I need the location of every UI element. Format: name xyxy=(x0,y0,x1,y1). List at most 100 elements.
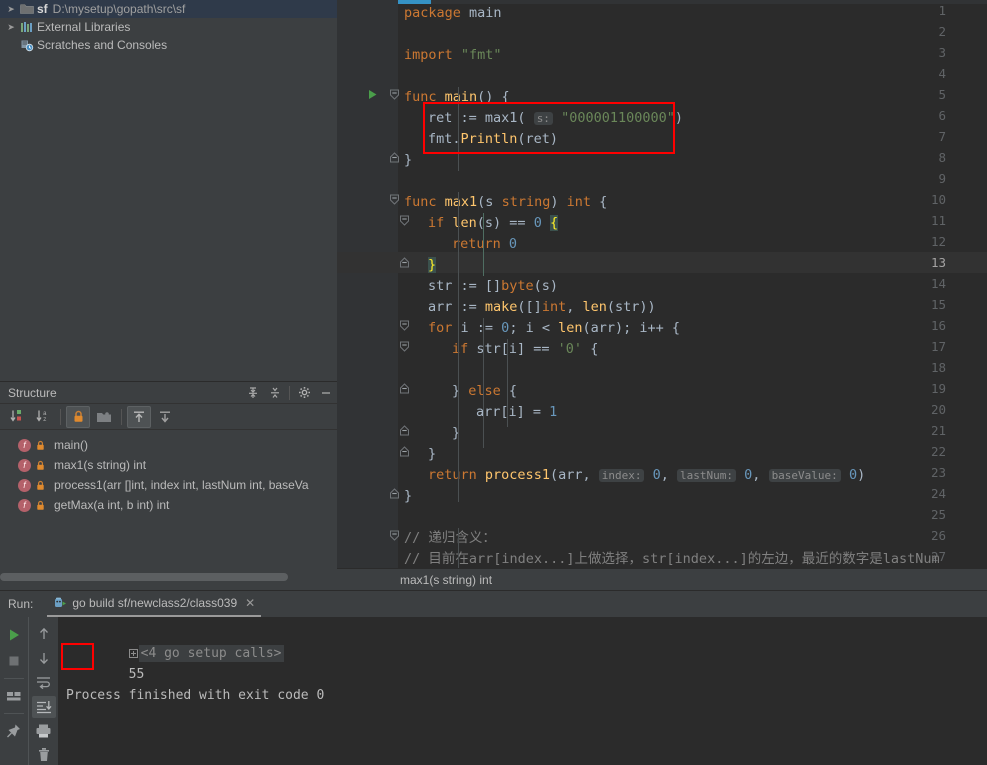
code-fold-icon[interactable] xyxy=(399,441,410,462)
code-line[interactable]: func max1(s string) int { xyxy=(404,192,607,213)
sort-by-visibility-icon[interactable] xyxy=(5,406,29,428)
structure-item-max1[interactable]: f max1(s string) int xyxy=(0,455,337,475)
code-token: if xyxy=(428,215,445,231)
code-fold-icon[interactable] xyxy=(389,525,400,546)
code-line[interactable]: } xyxy=(428,255,437,276)
trash-icon[interactable] xyxy=(32,744,56,765)
show-imported-icon[interactable] xyxy=(153,406,177,428)
layout-icon[interactable] xyxy=(2,684,26,708)
run-tab[interactable]: go build sf/newclass2/class039 ✕ xyxy=(47,591,262,617)
code-line[interactable]: if str[i] == '0' { xyxy=(452,339,598,360)
tree-item-sf[interactable]: ➤ sf D:\mysetup\gopath\src\sf xyxy=(0,0,337,18)
code-line[interactable]: fmt.Println(ret) xyxy=(428,129,558,150)
code-line[interactable]: } xyxy=(404,150,412,171)
code-token: 0 xyxy=(533,215,542,231)
structure-horizontal-scrollbar[interactable] xyxy=(0,572,337,582)
private-lock-icon xyxy=(34,480,47,491)
code-token: 0 xyxy=(652,467,661,483)
go-run-icon xyxy=(53,596,67,610)
code-token: string xyxy=(501,194,551,210)
arrow-down-icon[interactable] xyxy=(32,647,56,669)
minimize-icon[interactable] xyxy=(315,383,337,403)
editor-breadcrumb[interactable]: max1(s string) int xyxy=(337,568,987,590)
indent-guide-active xyxy=(483,213,484,276)
private-lock-icon xyxy=(34,500,47,511)
expand-all-icon[interactable] xyxy=(242,383,264,403)
line-number: 5 xyxy=(938,87,946,102)
pin-icon[interactable] xyxy=(2,719,26,743)
code-line[interactable]: import "fmt" xyxy=(404,45,502,66)
structure-item-main[interactable]: f main() xyxy=(0,435,337,455)
code-line[interactable]: arr[i] = 1 xyxy=(476,402,557,423)
code-fold-icon[interactable] xyxy=(389,147,400,168)
run-label: Run: xyxy=(8,597,34,611)
code-line[interactable]: // 递归含义： xyxy=(404,528,496,549)
code-token: } xyxy=(428,446,437,462)
show-inherited-icon[interactable] xyxy=(127,405,151,428)
code-line[interactable]: } xyxy=(428,444,436,465)
code-token: // 目前在arr[index...]上做选择，str[index...]的左边… xyxy=(404,551,940,567)
gear-icon[interactable] xyxy=(293,383,315,403)
code-token: int xyxy=(566,194,591,210)
code-line[interactable]: func main() { xyxy=(404,87,510,108)
code-line[interactable]: for i := 0; i < len(arr); i++ { xyxy=(428,318,680,339)
indent-guide xyxy=(483,318,484,448)
code-line[interactable]: if len(s) == 0 { xyxy=(428,213,559,234)
code-fold-icon[interactable] xyxy=(389,189,400,210)
code-fold-icon[interactable] xyxy=(389,84,400,105)
code-line[interactable]: } xyxy=(404,486,412,507)
code-token: (s) xyxy=(533,278,559,294)
scrollbar-thumb[interactable] xyxy=(0,573,288,581)
code-token: i := xyxy=(452,320,502,336)
code-line[interactable]: package main xyxy=(404,3,502,24)
tree-item-scratches-and-consoles[interactable]: ➤ Scratches and Consoles xyxy=(0,36,337,54)
line-number: 6 xyxy=(938,108,946,123)
print-icon[interactable] xyxy=(32,720,56,742)
code-line[interactable]: ret := max1( s: "000001100000") xyxy=(428,108,683,129)
code-token: (ret) xyxy=(517,131,559,147)
show-non-public-icon[interactable] xyxy=(66,405,90,428)
collapse-all-icon[interactable] xyxy=(264,383,286,403)
code-token: (arr, xyxy=(549,467,599,483)
stop-icon[interactable] xyxy=(2,649,26,673)
line-number: 2 xyxy=(938,24,946,39)
soft-wrap-icon[interactable] xyxy=(32,671,56,693)
run-gutter-icon[interactable] xyxy=(365,84,379,105)
chevron-right-icon[interactable]: ➤ xyxy=(4,2,18,16)
code-line[interactable]: // 目前在arr[index...]上做选择，str[index...]的左边… xyxy=(404,549,940,570)
scroll-to-end-icon[interactable] xyxy=(31,695,56,718)
structure-item-label: process1(arr []int, index int, lastNum i… xyxy=(54,478,309,492)
sort-alphabetically-icon[interactable]: a z xyxy=(31,406,55,428)
structure-panel: Structure a z f main() f max1(s string) … xyxy=(0,381,337,590)
code-fold-icon[interactable] xyxy=(399,315,410,336)
rerun-icon[interactable] xyxy=(2,623,26,647)
code-token: else xyxy=(468,383,501,399)
group-folder-icon[interactable] xyxy=(92,406,116,428)
close-icon[interactable]: ✕ xyxy=(245,596,255,610)
code-line[interactable]: str := []byte(s) xyxy=(428,276,558,297)
code-fold-icon[interactable] xyxy=(399,252,410,273)
code-token: int xyxy=(541,299,567,315)
code-fold-icon[interactable] xyxy=(399,336,410,357)
code-token: 1 xyxy=(549,404,558,420)
code-fold-icon[interactable] xyxy=(389,483,400,504)
console-line-setup[interactable]: <4 go setup calls> xyxy=(66,622,987,662)
run-console-output[interactable]: <4 go setup calls> 55 Process finished w… xyxy=(58,617,987,765)
code-line[interactable]: arr := make([]int, len(str)) xyxy=(428,297,656,318)
code-fold-icon[interactable] xyxy=(399,210,410,231)
line-number: 3 xyxy=(938,45,946,60)
tree-item-external-libraries[interactable]: ➤ External Libraries xyxy=(0,18,337,36)
structure-item-label: getMax(a int, b int) int xyxy=(54,498,170,512)
code-token: // 递归含义： xyxy=(404,530,496,546)
code-fold-icon[interactable] xyxy=(399,420,410,441)
structure-item-process1[interactable]: f process1(arr []int, index int, lastNum… xyxy=(0,475,337,495)
code-editor[interactable]: 1 package main 2 3 import "fmt" 4 5 func main()… xyxy=(337,0,987,590)
code-line[interactable]: return process1(arr, index: 0, lastNum: … xyxy=(428,465,865,486)
arrow-up-icon[interactable] xyxy=(32,623,56,645)
structure-item-getmax[interactable]: f getMax(a int, b int) int xyxy=(0,495,337,515)
code-fold-icon[interactable] xyxy=(399,378,410,399)
chevron-right-icon[interactable]: ➤ xyxy=(4,20,18,34)
